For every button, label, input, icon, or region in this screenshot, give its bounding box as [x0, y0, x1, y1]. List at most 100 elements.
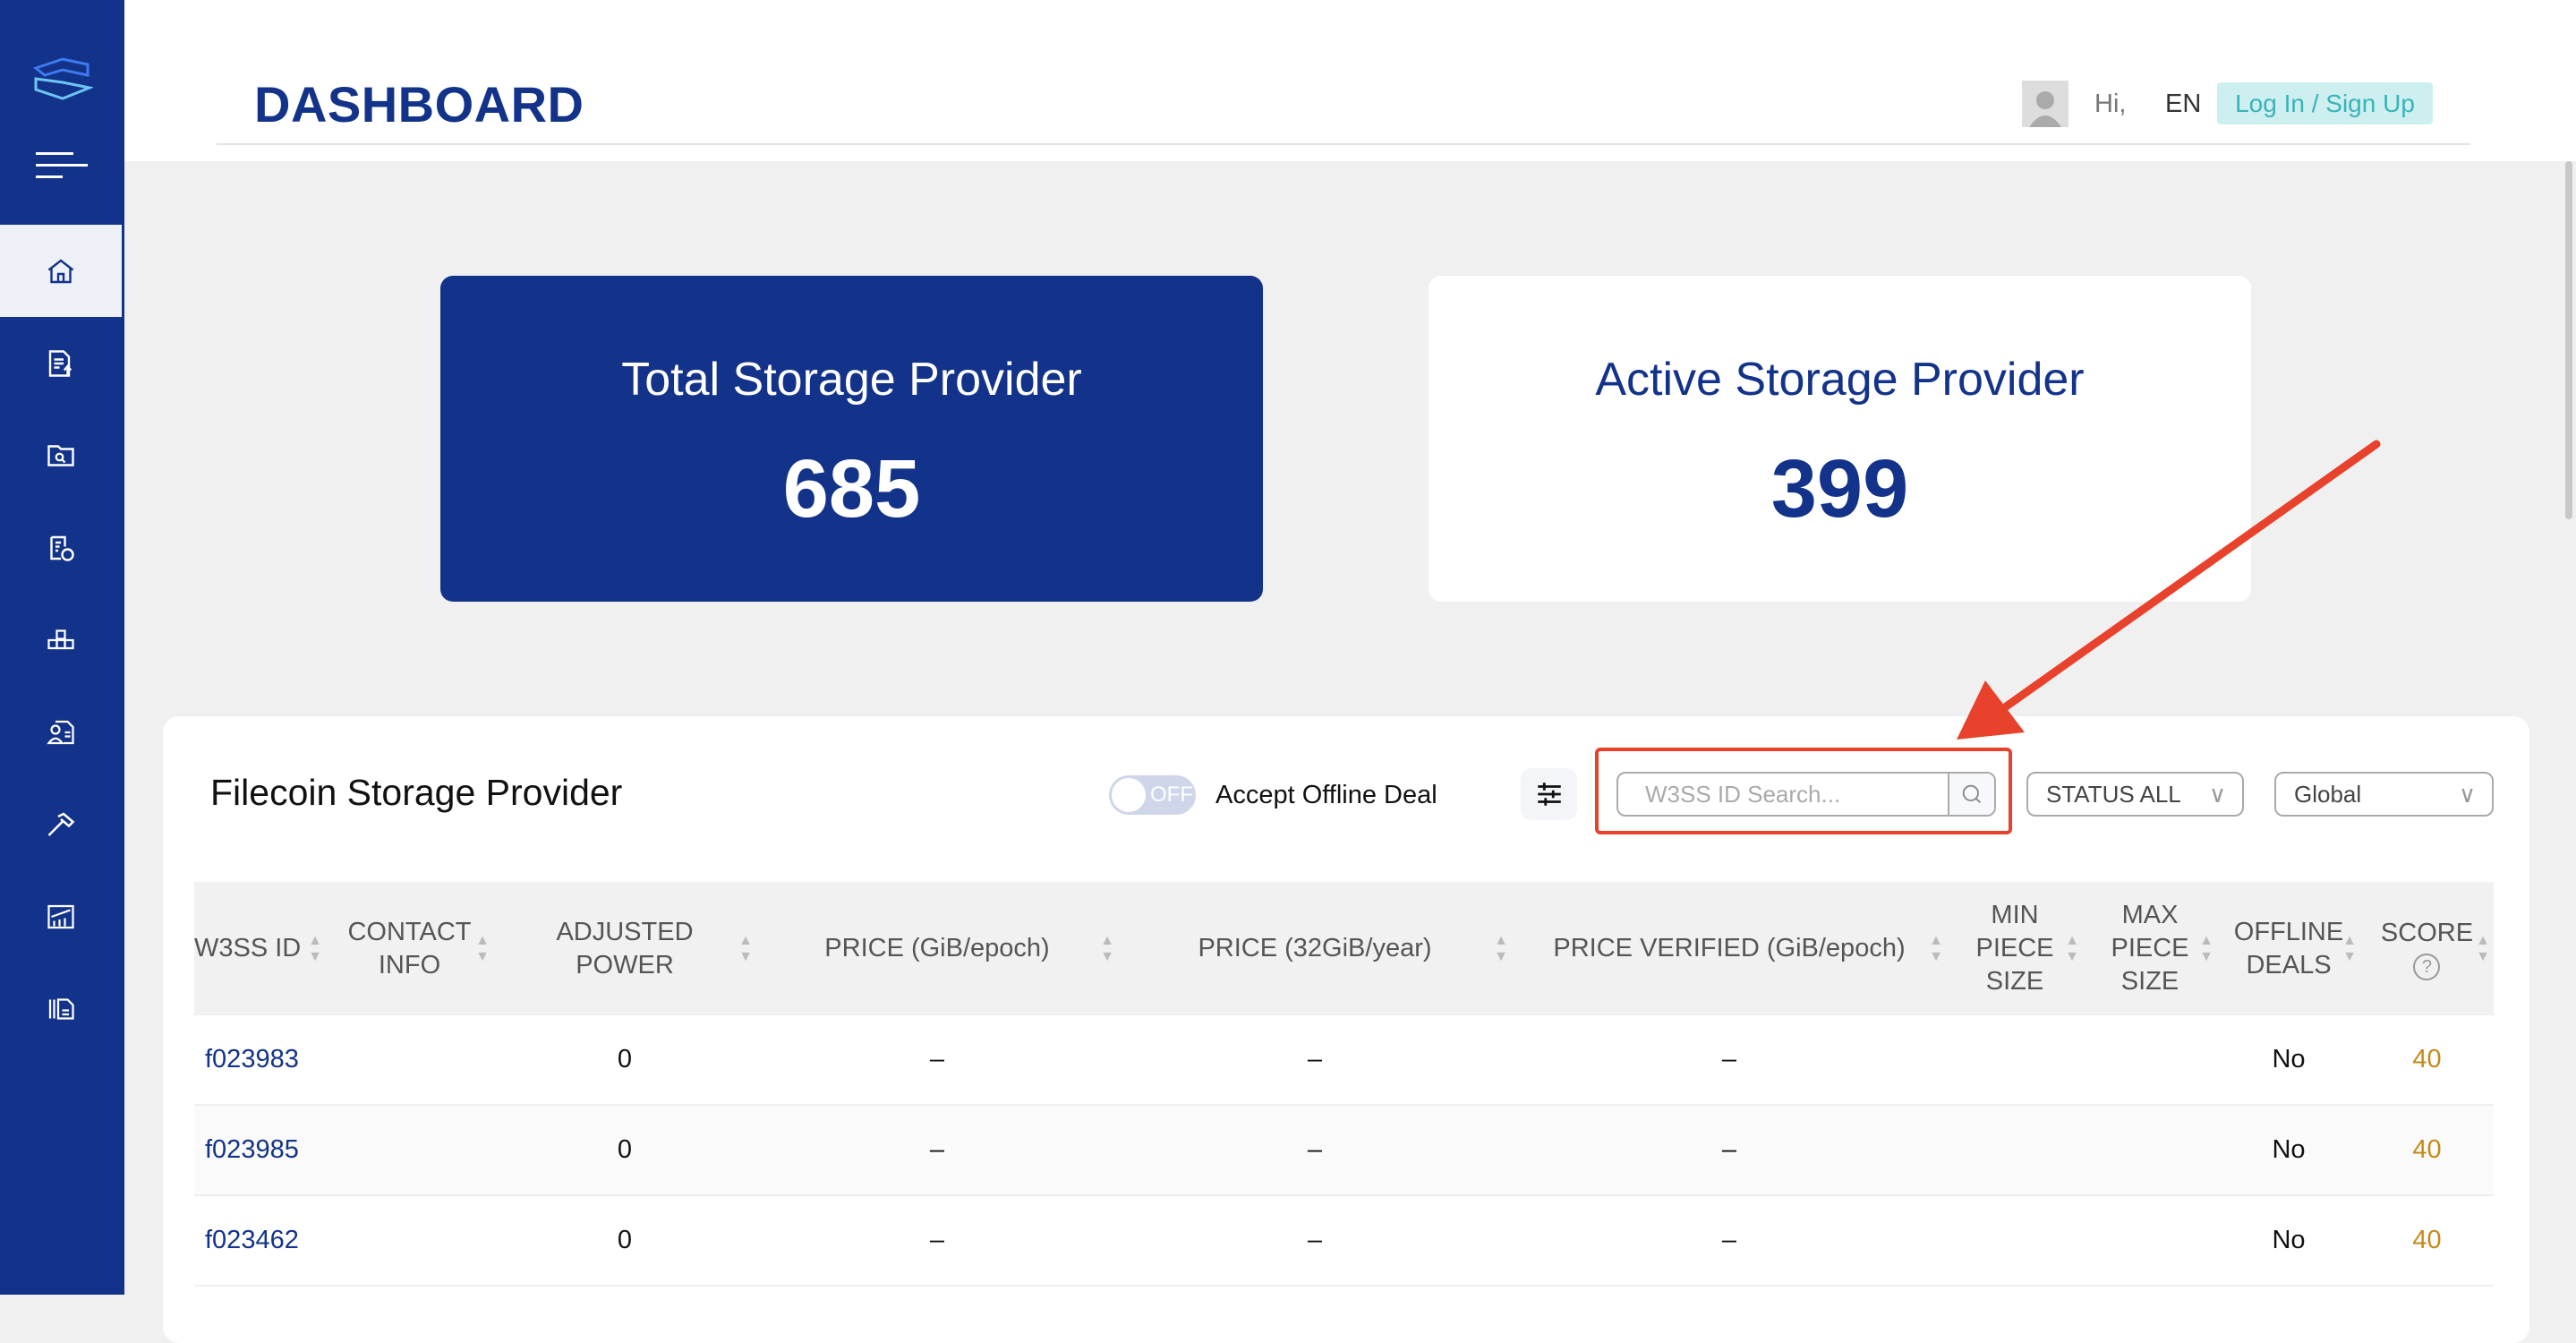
cell-price-32gib-year: – — [1307, 1226, 1323, 1254]
menu-toggle-icon[interactable] — [36, 152, 88, 187]
cell-price-verified: – — [1721, 1045, 1737, 1074]
help-icon[interactable]: ? — [2413, 954, 2441, 980]
chart-icon — [47, 904, 74, 928]
cell-min-piece-size — [1947, 1106, 2083, 1194]
scrollbar[interactable] — [2565, 161, 2572, 519]
column-label: CONTACT INFO — [347, 917, 472, 979]
cell-contact-info — [326, 1106, 493, 1194]
column-label: ADJUSTED POWER — [556, 917, 694, 979]
toggle-label: Accept Offline Deal — [1215, 781, 1437, 809]
search-icon — [1962, 784, 1981, 803]
sidebar-item-stats[interactable] — [0, 870, 122, 962]
table-header: W3SS ID ▲ ▼ CONTACT INFO ▲ ▼ ADJUSTED POWER ▲ ▼ P… — [194, 882, 2494, 1015]
folder-search-icon — [47, 444, 74, 466]
column-label: PRICE (GiB/epoch) — [824, 934, 1050, 962]
cell-score: 40 — [2412, 1045, 2442, 1074]
sort-icon[interactable]: ▲ ▼ — [2199, 933, 2213, 965]
cell-min-piece-size — [1947, 1015, 2083, 1104]
cell-max-piece-size — [2083, 1015, 2217, 1104]
page-title: DASHBOARD — [254, 76, 584, 133]
sidebar-item-search[interactable] — [0, 409, 122, 501]
card-value: 399 — [1770, 443, 1909, 535]
region-select[interactable]: Global ∨ — [2274, 772, 2494, 817]
column-header-max-piece-size[interactable]: MAX PIECE SIZE ▲ ▼ — [2083, 882, 2217, 1015]
column-label: MAX PIECE SIZE — [2111, 901, 2189, 996]
column-label: MIN PIECE SIZE — [1975, 901, 2054, 996]
chevron-down-icon: ∨ — [2458, 781, 2476, 808]
sort-icon[interactable]: ▲ ▼ — [1929, 933, 1943, 965]
column-label: PRICE VERIFIED (GiB/epoch) — [1553, 934, 1906, 962]
column-header-min-piece-size[interactable]: MIN PIECE SIZE ▲ ▼ — [1947, 882, 2083, 1015]
files-icon — [48, 997, 74, 1020]
card-value: 685 — [782, 443, 921, 535]
cell-price-gib-epoch: – — [929, 1226, 945, 1254]
region-select-value: Global — [2294, 781, 2362, 808]
sidebar — [0, 0, 124, 1295]
card-label: Active Storage Provider — [1595, 354, 2085, 406]
table-row[interactable]: f023983 0 – – – No 40 — [194, 1015, 2494, 1106]
column-header-price-gib-epoch[interactable]: PRICE (GiB/epoch) ▲ ▼ — [756, 882, 1118, 1015]
cell-adjusted-power: 0 — [617, 1045, 633, 1074]
sidebar-item-blocks[interactable] — [0, 594, 122, 686]
offline-deal-toggle[interactable]: OFF — [1109, 775, 1196, 815]
panel-title: Filecoin Storage Provider — [210, 772, 623, 813]
active-provider-card: Active Storage Provider 399 — [1429, 276, 2251, 602]
user-icon — [2029, 91, 2061, 127]
cell-max-piece-size — [2083, 1196, 2217, 1285]
column-label: PRICE (32GiB/year) — [1198, 934, 1432, 962]
search-input[interactable]: W3SS ID Search... — [1616, 772, 1996, 817]
sidebar-item-tasks[interactable] — [0, 501, 122, 594]
sidebar-item-contacts[interactable] — [0, 686, 122, 778]
logo-icon — [32, 57, 93, 100]
table-row[interactable]: f023985 0 – – – No 40 — [194, 1106, 2494, 1196]
sort-icon[interactable]: ▲ ▼ — [2476, 933, 2490, 965]
total-provider-card: Total Storage Provider 685 — [440, 276, 1263, 602]
greeting: Hi, — [2094, 90, 2127, 118]
sort-icon[interactable]: ▲ ▼ — [2342, 933, 2357, 965]
search-button[interactable] — [1948, 774, 1994, 815]
column-header-price-verified[interactable]: PRICE VERIFIED (GiB/epoch) ▲ ▼ — [1512, 882, 1947, 1015]
toggle-state: OFF — [1150, 783, 1193, 807]
provider-id-link[interactable]: f023462 — [194, 1196, 326, 1285]
sliders-icon — [1537, 783, 1561, 806]
home-icon — [47, 258, 74, 283]
status-select[interactable]: STATUS ALL ∨ — [2026, 772, 2244, 817]
cell-offline-deals: No — [2272, 1226, 2306, 1254]
cell-min-piece-size — [1947, 1196, 2083, 1285]
cell-price-verified: – — [1721, 1135, 1737, 1164]
column-label: SCORE — [2380, 919, 2474, 947]
hammer-icon — [47, 811, 75, 836]
clipboard-clock-icon — [50, 535, 74, 561]
status-select-value: STATUS ALL — [2046, 781, 2181, 808]
sort-icon[interactable]: ▲ ▼ — [738, 933, 753, 965]
filter-button[interactable] — [1521, 768, 1577, 820]
sort-icon[interactable]: ▲ ▼ — [475, 933, 490, 965]
login-button[interactable]: Log In / Sign Up — [2217, 82, 2433, 124]
cubes-icon — [47, 629, 74, 649]
cell-price-32gib-year: – — [1307, 1135, 1323, 1164]
column-label: W3SS ID — [194, 934, 302, 962]
column-header-w3ss-id[interactable]: W3SS ID ▲ ▼ — [194, 882, 326, 1015]
column-header-price-32gib-year[interactable]: PRICE (32GiB/year) ▲ ▼ — [1118, 882, 1512, 1015]
column-header-contact-info[interactable]: CONTACT INFO ▲ ▼ — [326, 882, 493, 1015]
provider-id-link[interactable]: f023985 — [194, 1106, 326, 1194]
cell-adjusted-power: 0 — [617, 1135, 633, 1164]
language-switch[interactable]: EN — [2165, 90, 2201, 119]
column-label: OFFLINE DEALS — [2233, 917, 2344, 979]
sort-icon[interactable]: ▲ ▼ — [1100, 933, 1114, 965]
sidebar-item-home[interactable] — [0, 225, 122, 317]
sidebar-item-files[interactable] — [0, 962, 122, 1055]
sidebar-item-upload[interactable] — [0, 317, 122, 409]
column-header-offline-deals[interactable]: OFFLINE DEALS ▲ ▼ — [2217, 882, 2360, 1015]
sort-icon[interactable]: ▲ ▼ — [2065, 933, 2079, 965]
sidebar-item-tools[interactable] — [0, 778, 122, 870]
cell-contact-info — [326, 1015, 493, 1104]
avatar[interactable] — [2022, 81, 2068, 127]
sort-icon[interactable]: ▲ ▼ — [1494, 933, 1508, 965]
cell-score: 40 — [2412, 1226, 2442, 1254]
sort-icon[interactable]: ▲ ▼ — [308, 933, 322, 965]
table-row[interactable]: f023462 0 – – – No 40 — [194, 1196, 2494, 1287]
column-header-score[interactable]: SCORE? ▲ ▼ — [2360, 882, 2494, 1015]
column-header-adjusted-power[interactable]: ADJUSTED POWER ▲ ▼ — [493, 882, 756, 1015]
provider-id-link[interactable]: f023983 — [194, 1015, 326, 1104]
